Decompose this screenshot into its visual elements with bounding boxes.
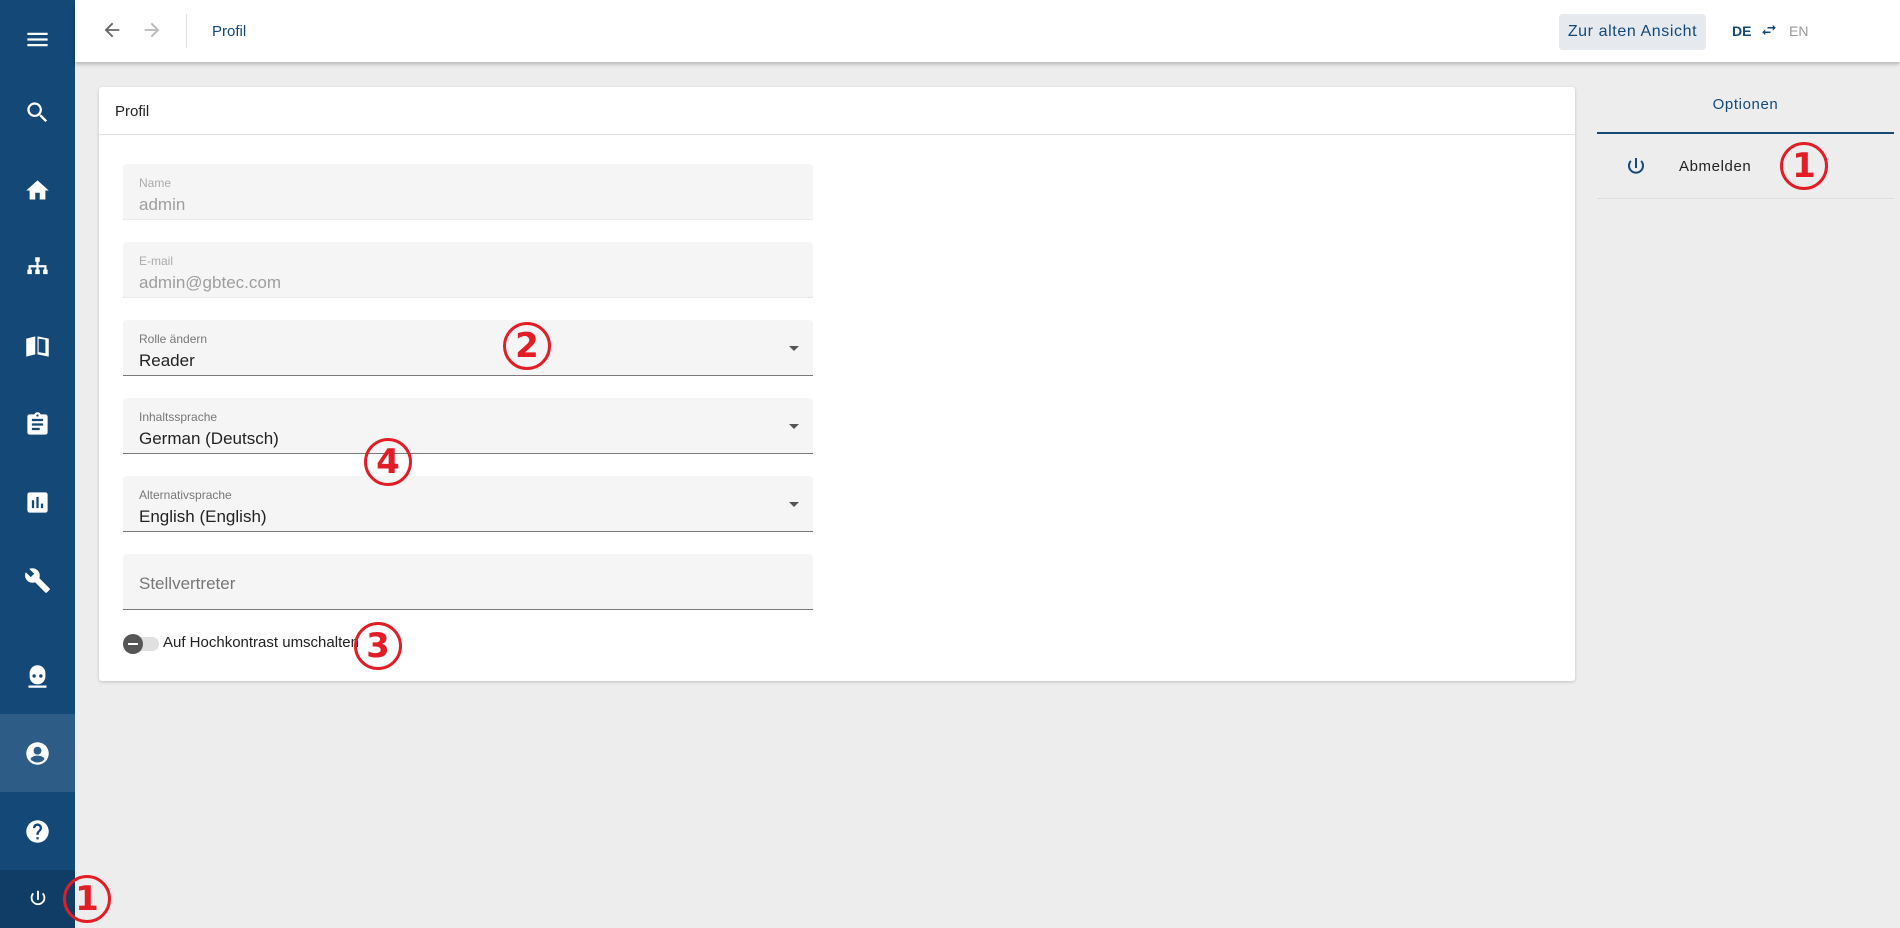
sidebar-item-structure[interactable] <box>0 229 75 307</box>
content-language-select[interactable]: Inhaltssprache German (Deutsch) <box>123 398 813 454</box>
role-value: Reader <box>139 351 195 370</box>
sidebar-item-tools[interactable] <box>0 541 75 619</box>
name-field: Name admin <box>123 164 813 220</box>
profile-card: Profil Name admin E-mail admin@gbtec.com… <box>99 87 1575 681</box>
annotation-marker-2: 2 <box>503 322 551 370</box>
high-contrast-label: Auf Hochkontrast umschalten <box>163 634 359 651</box>
tab-indicator <box>1597 132 1894 134</box>
sidebar-item-search[interactable] <box>0 73 75 151</box>
forward-button[interactable] <box>137 15 167 45</box>
sidebar-item-help[interactable] <box>0 792 75 870</box>
role-label: Rolle ändern <box>139 332 208 346</box>
deputy-placeholder: Stellvertreter <box>139 574 236 593</box>
sidebar-item-reports[interactable] <box>0 463 75 541</box>
content-language-label: Inhaltssprache <box>139 410 218 424</box>
logout-label: Abmelden <box>1679 158 1752 175</box>
menu-icon <box>27 32 48 46</box>
email-value: admin@gbtec.com <box>139 273 281 292</box>
account-circle-icon <box>26 741 49 765</box>
alternative-language-select[interactable]: Alternativsprache English (English) <box>123 476 813 532</box>
wrench-icon <box>25 567 50 593</box>
clipboard-icon <box>27 411 48 435</box>
toolbar-divider <box>186 14 187 48</box>
sidebar-item-assistant[interactable] <box>0 637 75 715</box>
back-button[interactable] <box>97 15 127 45</box>
arrow-left-icon <box>104 22 120 38</box>
logout-button[interactable]: Abmelden <box>1597 135 1894 199</box>
dropdown-arrow-icon <box>789 502 799 507</box>
email-field: E-mail admin@gbtec.com <box>123 242 813 298</box>
swap-icon[interactable] <box>1760 21 1778 39</box>
card-divider <box>99 134 1575 135</box>
dropdown-arrow-icon <box>789 424 799 429</box>
annotation-marker-4: 4 <box>364 438 412 486</box>
power-icon <box>1628 158 1644 174</box>
language-current[interactable]: DE <box>1732 23 1751 39</box>
book-icon <box>26 335 49 357</box>
chart-icon <box>27 491 48 513</box>
toggle-thumb <box>123 634 143 654</box>
arrow-right-icon <box>144 22 160 38</box>
sidebar-item-book[interactable] <box>0 307 75 385</box>
breadcrumb[interactable]: Profil <box>212 23 246 40</box>
sitemap-icon <box>27 256 48 274</box>
dropdown-arrow-icon <box>789 346 799 351</box>
old-view-button[interactable]: Zur alten Ansicht <box>1559 14 1706 50</box>
language-other[interactable]: EN <box>1789 23 1808 39</box>
card-title: Profil <box>115 103 150 120</box>
annotation-marker-3: 3 <box>354 622 402 670</box>
robot-icon <box>28 664 47 688</box>
tab-options[interactable]: Optionen <box>1597 96 1894 134</box>
search-icon <box>27 101 48 122</box>
name-label: Name <box>139 176 172 190</box>
deputy-input[interactable]: Stellvertreter <box>123 554 813 610</box>
home-icon <box>26 179 49 199</box>
annotation-marker-1: 1 <box>1780 142 1828 190</box>
power-icon <box>30 890 45 906</box>
content-language-value: German (Deutsch) <box>139 429 279 448</box>
sidebar-item-tasks[interactable] <box>0 385 75 463</box>
role-select[interactable]: Rolle ändern Reader <box>123 320 813 376</box>
annotation-marker-1-sidebar: 1 <box>63 875 111 923</box>
sidebar <box>0 0 75 928</box>
sidebar-menu[interactable] <box>0 0 75 78</box>
email-label: E-mail <box>139 254 174 268</box>
name-value: admin <box>139 195 186 214</box>
alternative-language-value: English (English) <box>139 507 267 526</box>
alternative-language-label: Alternativsprache <box>139 488 232 502</box>
high-contrast-toggle[interactable] <box>123 633 159 654</box>
sidebar-item-home[interactable] <box>0 151 75 229</box>
help-icon <box>26 819 49 843</box>
sidebar-item-profile[interactable] <box>0 714 75 792</box>
